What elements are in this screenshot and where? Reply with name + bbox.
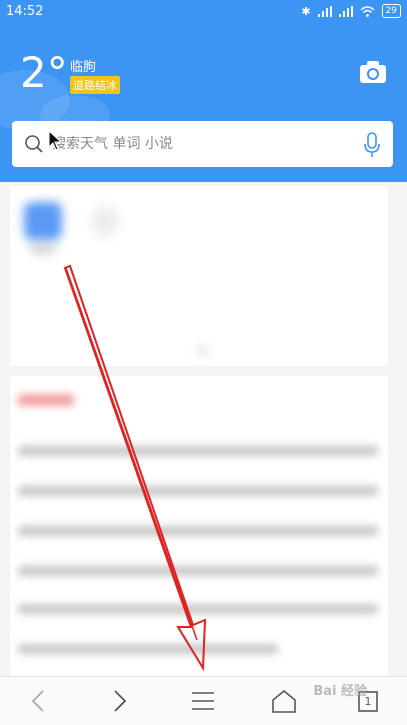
- signal-icon: [338, 5, 353, 17]
- news-section-title: [18, 394, 74, 406]
- mic-icon[interactable]: [363, 132, 381, 158]
- search-input[interactable]: [52, 134, 352, 154]
- status-bar: 14:52 ✱ 29: [0, 0, 407, 24]
- shortcut-add-icon[interactable]: [90, 206, 120, 236]
- shortcut-card: [10, 186, 388, 366]
- news-line[interactable]: [18, 446, 378, 456]
- weather-header: 14:52 ✱ 29 2° 临朐 道路结冰: [0, 0, 407, 182]
- news-line[interactable]: [18, 604, 378, 614]
- back-icon: [31, 690, 44, 712]
- forward-icon: [114, 690, 127, 712]
- forward-button[interactable]: [100, 685, 140, 717]
- bluetooth-icon: ✱: [301, 4, 311, 18]
- news-line[interactable]: [18, 486, 378, 496]
- shortcut-app-icon[interactable]: [24, 202, 62, 240]
- home-button[interactable]: [264, 685, 304, 717]
- shortcut-label: [30, 246, 56, 252]
- signal-icon: [317, 5, 332, 17]
- news-line[interactable]: [18, 566, 378, 576]
- news-line[interactable]: [18, 526, 378, 536]
- weather-alert-badge[interactable]: 道路结冰: [70, 76, 120, 94]
- status-icons: ✱ 29: [301, 4, 401, 18]
- expand-chevron-icon[interactable]: [198, 348, 208, 353]
- back-button[interactable]: [18, 685, 58, 717]
- search-icon: [25, 135, 43, 153]
- home-icon: [272, 689, 296, 713]
- search-bar[interactable]: [12, 121, 393, 167]
- blurred-news: [10, 376, 388, 676]
- wifi-icon: [360, 5, 375, 17]
- blurred-shortcuts: [10, 186, 388, 366]
- watermark: Bai 经验: [313, 684, 367, 699]
- menu-button[interactable]: [183, 685, 223, 717]
- battery-icon: 29: [381, 4, 401, 18]
- mouse-cursor-icon: [48, 130, 63, 151]
- menu-icon: [192, 692, 214, 710]
- temperature[interactable]: 2°: [20, 50, 68, 96]
- news-feed: [10, 376, 388, 676]
- camera-icon[interactable]: [359, 60, 387, 84]
- city-name[interactable]: 临朐: [70, 56, 96, 75]
- status-time: 14:52: [6, 4, 44, 19]
- news-line[interactable]: [18, 644, 278, 654]
